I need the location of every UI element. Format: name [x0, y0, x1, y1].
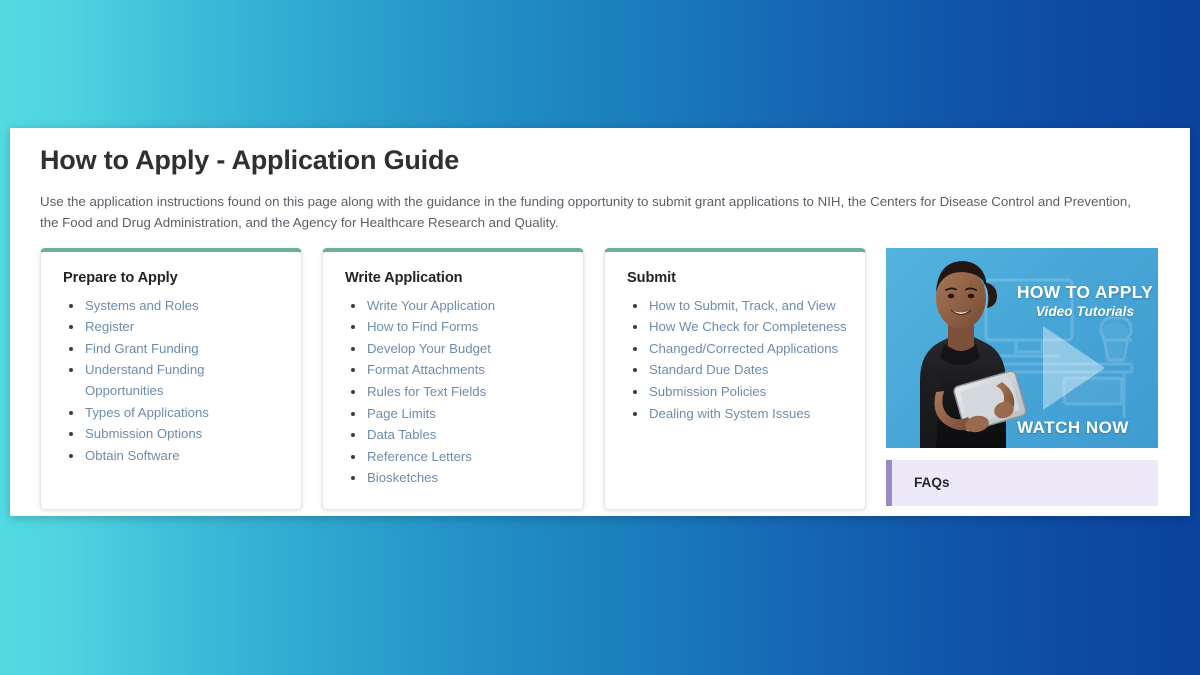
- list-item: Systems and Roles: [63, 296, 283, 317]
- list-item: Understand Funding Opportunities: [63, 360, 283, 401]
- link-changed-corrected-applications[interactable]: Changed/Corrected Applications: [649, 341, 838, 356]
- list-item: Develop Your Budget: [345, 339, 565, 360]
- card-title: Submit: [627, 269, 676, 286]
- list-item: Find Grant Funding: [63, 339, 283, 360]
- card-title: Write Application: [345, 269, 463, 286]
- intro-paragraph: Use the application instructions found o…: [40, 194, 1132, 230]
- page-root: How to Apply - Application Guide Use the…: [0, 0, 1200, 675]
- link-data-tables[interactable]: Data Tables: [367, 427, 436, 442]
- link-standard-due-dates[interactable]: Standard Due Dates: [649, 362, 769, 377]
- link-write-your-application[interactable]: Write Your Application: [367, 298, 495, 313]
- list-item: Standard Due Dates: [627, 360, 847, 381]
- video-promo-cta[interactable]: WATCH NOW: [998, 418, 1148, 438]
- columns-row: Prepare to Apply Systems and Roles Regis…: [40, 247, 1160, 510]
- list-item: Biosketches: [345, 468, 565, 489]
- link-how-we-check-for-completeness[interactable]: How We Check for Completeness: [649, 319, 847, 334]
- link-rules-for-text-fields[interactable]: Rules for Text Fields: [367, 384, 486, 399]
- content-panel-inner: How to Apply - Application Guide Use the…: [10, 128, 1190, 510]
- page-title: How to Apply - Application Guide: [40, 145, 460, 175]
- link-biosketches[interactable]: Biosketches: [367, 470, 438, 485]
- link-list: Systems and Roles Register Find Grant Fu…: [63, 296, 283, 467]
- list-item: Format Attachments: [345, 360, 565, 381]
- link-submission-policies[interactable]: Submission Policies: [649, 384, 766, 399]
- list-item: Register: [63, 317, 283, 338]
- video-tutorials-promo[interactable]: HOW TO APPLY Video Tutorials WATCH NOW: [886, 247, 1158, 448]
- card-prepare-to-apply: Prepare to Apply Systems and Roles Regis…: [40, 247, 302, 510]
- link-find-grant-funding[interactable]: Find Grant Funding: [85, 341, 199, 356]
- list-item: Obtain Software: [63, 446, 283, 467]
- card-submit: Submit How to Submit, Track, and View Ho…: [604, 247, 866, 510]
- video-promo-title: HOW TO APPLY: [1016, 281, 1154, 302]
- list-item: Changed/Corrected Applications: [627, 339, 847, 360]
- right-rail: HOW TO APPLY Video Tutorials WATCH NOW F…: [886, 247, 1158, 506]
- card-title: Prepare to Apply: [63, 269, 178, 286]
- link-understand-funding-opportunities[interactable]: Understand Funding Opportunities: [85, 362, 205, 398]
- list-item: Submission Policies: [627, 382, 847, 403]
- faqs-box[interactable]: FAQs: [886, 459, 1158, 506]
- list-item: Dealing with System Issues: [627, 404, 847, 425]
- link-develop-your-budget[interactable]: Develop Your Budget: [367, 341, 491, 356]
- link-types-of-applications[interactable]: Types of Applications: [85, 405, 209, 420]
- list-item: How We Check for Completeness: [627, 317, 847, 338]
- list-item: Page Limits: [345, 404, 565, 425]
- content-panel: How to Apply - Application Guide Use the…: [10, 128, 1190, 516]
- list-item: How to Find Forms: [345, 317, 565, 338]
- list-item: Data Tables: [345, 425, 565, 446]
- link-systems-and-roles[interactable]: Systems and Roles: [85, 298, 199, 313]
- faqs-label: FAQs: [914, 475, 950, 491]
- link-page-limits[interactable]: Page Limits: [367, 406, 436, 421]
- list-item: Submission Options: [63, 424, 283, 445]
- link-format-attachments[interactable]: Format Attachments: [367, 362, 485, 377]
- video-promo-subtitle: Video Tutorials: [1035, 303, 1135, 319]
- link-submission-options[interactable]: Submission Options: [85, 426, 202, 441]
- link-list: How to Submit, Track, and View How We Ch…: [627, 296, 847, 425]
- link-list: Write Your Application How to Find Forms…: [345, 296, 565, 489]
- link-how-to-find-forms[interactable]: How to Find Forms: [367, 319, 478, 334]
- list-item: Reference Letters: [345, 447, 565, 468]
- link-how-to-submit-track-and-view[interactable]: How to Submit, Track, and View: [649, 298, 836, 313]
- list-item: Write Your Application: [345, 296, 565, 317]
- link-reference-letters[interactable]: Reference Letters: [367, 449, 472, 464]
- link-dealing-with-system-issues[interactable]: Dealing with System Issues: [649, 406, 810, 421]
- card-write-application: Write Application Write Your Application…: [322, 247, 584, 510]
- list-item: How to Submit, Track, and View: [627, 296, 847, 317]
- list-item: Rules for Text Fields: [345, 382, 565, 403]
- play-triangle-icon: [1043, 325, 1105, 410]
- link-register[interactable]: Register: [85, 319, 134, 334]
- list-item: Types of Applications: [63, 403, 283, 424]
- link-obtain-software[interactable]: Obtain Software: [85, 448, 180, 463]
